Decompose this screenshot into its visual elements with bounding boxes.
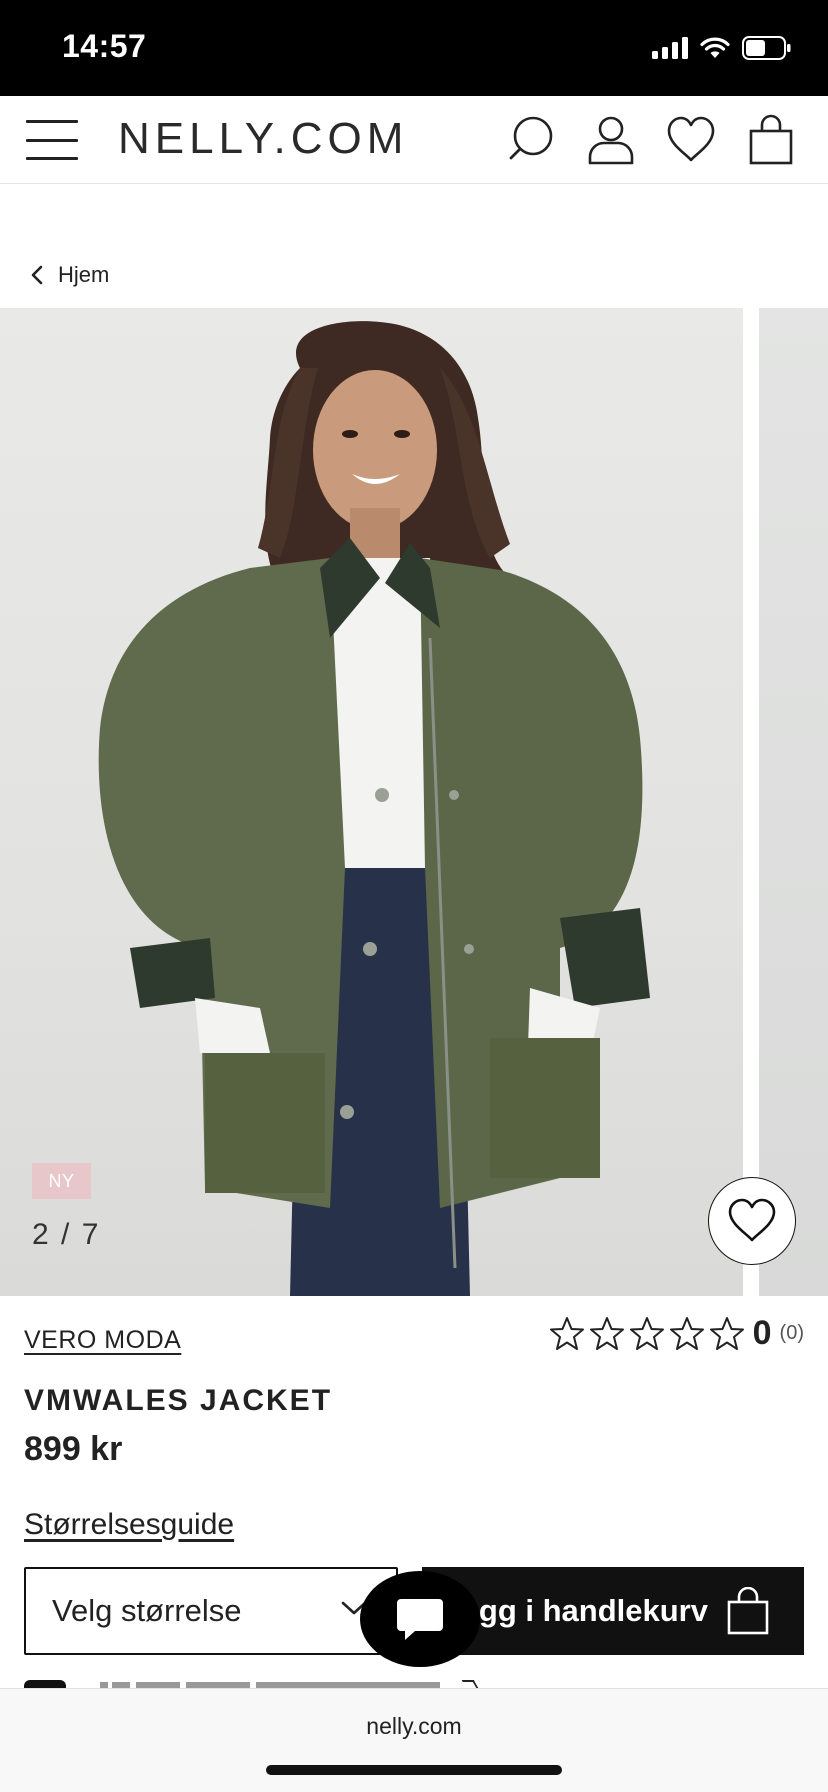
status-bar: 14:57 xyxy=(0,0,828,96)
cellular-signal-icon xyxy=(652,37,688,59)
star-outline-icon xyxy=(549,1316,584,1350)
partially-hidden-row xyxy=(24,1680,524,1688)
add-to-cart-label: egg i handlekurv xyxy=(461,1593,708,1628)
star-outline-icon xyxy=(629,1316,664,1350)
next-product-photo-peek[interactable] xyxy=(759,308,828,1296)
chat-button[interactable] xyxy=(360,1571,480,1667)
browser-bottom-bar: nelly.com xyxy=(0,1688,828,1792)
status-time: 14:57 xyxy=(62,28,147,64)
star-outline-icon xyxy=(589,1316,624,1350)
heart-icon xyxy=(728,1198,776,1242)
chevron-right-icon xyxy=(461,1680,479,1688)
url-label[interactable]: nelly.com xyxy=(0,1713,828,1740)
shopping-bag-icon xyxy=(727,1587,769,1635)
breadcrumb-label: Hjem xyxy=(58,262,110,287)
account-icon[interactable] xyxy=(586,114,636,166)
product-gallery[interactable]: NY 2 / 7 xyxy=(0,308,828,1296)
size-select[interactable]: Velg størrelse xyxy=(24,1567,398,1655)
rating-stars xyxy=(549,1316,745,1352)
wifi-icon xyxy=(700,37,730,58)
menu-button[interactable] xyxy=(26,120,78,160)
chevron-left-icon xyxy=(31,265,43,285)
size-guide-link[interactable]: Størrelsesguide xyxy=(24,1508,234,1542)
home-indicator[interactable] xyxy=(266,1765,562,1775)
breadcrumb[interactable]: Hjem xyxy=(30,262,109,288)
menu-icon-line xyxy=(26,157,78,160)
rating-count: (0) xyxy=(779,1322,804,1344)
battery-icon xyxy=(742,36,791,60)
menu-icon-line xyxy=(26,138,78,142)
product-brand-link[interactable]: VERO MODA xyxy=(24,1326,181,1355)
product-name: VMWALES JACKET xyxy=(24,1384,333,1417)
wishlist-icon[interactable] xyxy=(666,114,716,166)
product-rating[interactable]: 0 (0) xyxy=(549,1314,804,1353)
star-outline-icon xyxy=(669,1316,704,1350)
shopping-bag-icon[interactable] xyxy=(746,114,796,166)
chat-bubble-icon xyxy=(397,1599,443,1640)
product-price: 899 kr xyxy=(24,1430,123,1468)
toggle-peek xyxy=(24,1680,66,1688)
star-outline-icon xyxy=(709,1316,744,1350)
new-badge: NY xyxy=(32,1163,91,1199)
status-icons xyxy=(652,36,792,60)
product-photo-illustration xyxy=(98,321,650,1296)
add-to-wishlist-button[interactable] xyxy=(708,1177,796,1265)
site-header: NELLY.COM xyxy=(0,96,828,184)
size-select-label: Velg størrelse xyxy=(52,1593,242,1628)
menu-icon-line xyxy=(26,120,78,123)
search-icon[interactable] xyxy=(506,114,556,166)
product-photo[interactable] xyxy=(0,308,743,1296)
brand-logo[interactable]: NELLY.COM xyxy=(118,114,408,164)
rating-value: 0 xyxy=(752,1314,772,1352)
image-counter: 2 / 7 xyxy=(32,1218,101,1251)
